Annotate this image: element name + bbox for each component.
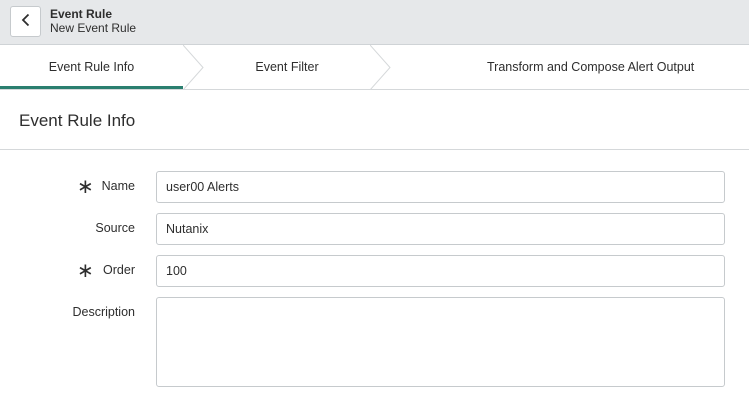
name-field[interactable] xyxy=(156,171,725,203)
chevron-left-icon xyxy=(20,13,32,30)
source-label: Source xyxy=(95,221,135,235)
section-header: Event Rule Info xyxy=(0,90,749,150)
header-subtitle: New Event Rule xyxy=(50,21,137,35)
name-label: Name xyxy=(101,179,135,193)
tab-event-filter[interactable]: Event Filter xyxy=(200,45,374,89)
back-button[interactable] xyxy=(10,6,41,37)
page-header: Event Rule New Event Rule xyxy=(0,0,749,45)
header-title: Event Rule xyxy=(50,7,113,21)
tab-label: Event Rule Info xyxy=(48,60,135,74)
tab-label: Transform and Compose Alert Output xyxy=(487,60,695,74)
active-tab-indicator xyxy=(0,86,183,89)
order-field[interactable] xyxy=(156,255,725,287)
tab-transform-compose[interactable]: Transform and Compose Alert Output xyxy=(390,45,749,89)
required-asterisk-icon: ∗ xyxy=(77,176,94,198)
required-asterisk-icon: ∗ xyxy=(77,260,94,282)
description-label: Description xyxy=(72,305,135,319)
tab-label: Event Filter xyxy=(255,60,319,74)
order-label: Order xyxy=(103,263,135,277)
description-field[interactable] xyxy=(156,297,725,387)
wizard-tabs: Event Rule Info Event Filter Transform a… xyxy=(0,45,749,90)
tab-event-rule-info[interactable]: Event Rule Info xyxy=(0,45,183,89)
section-title: Event Rule Info xyxy=(19,111,136,130)
source-field[interactable] xyxy=(156,213,725,245)
